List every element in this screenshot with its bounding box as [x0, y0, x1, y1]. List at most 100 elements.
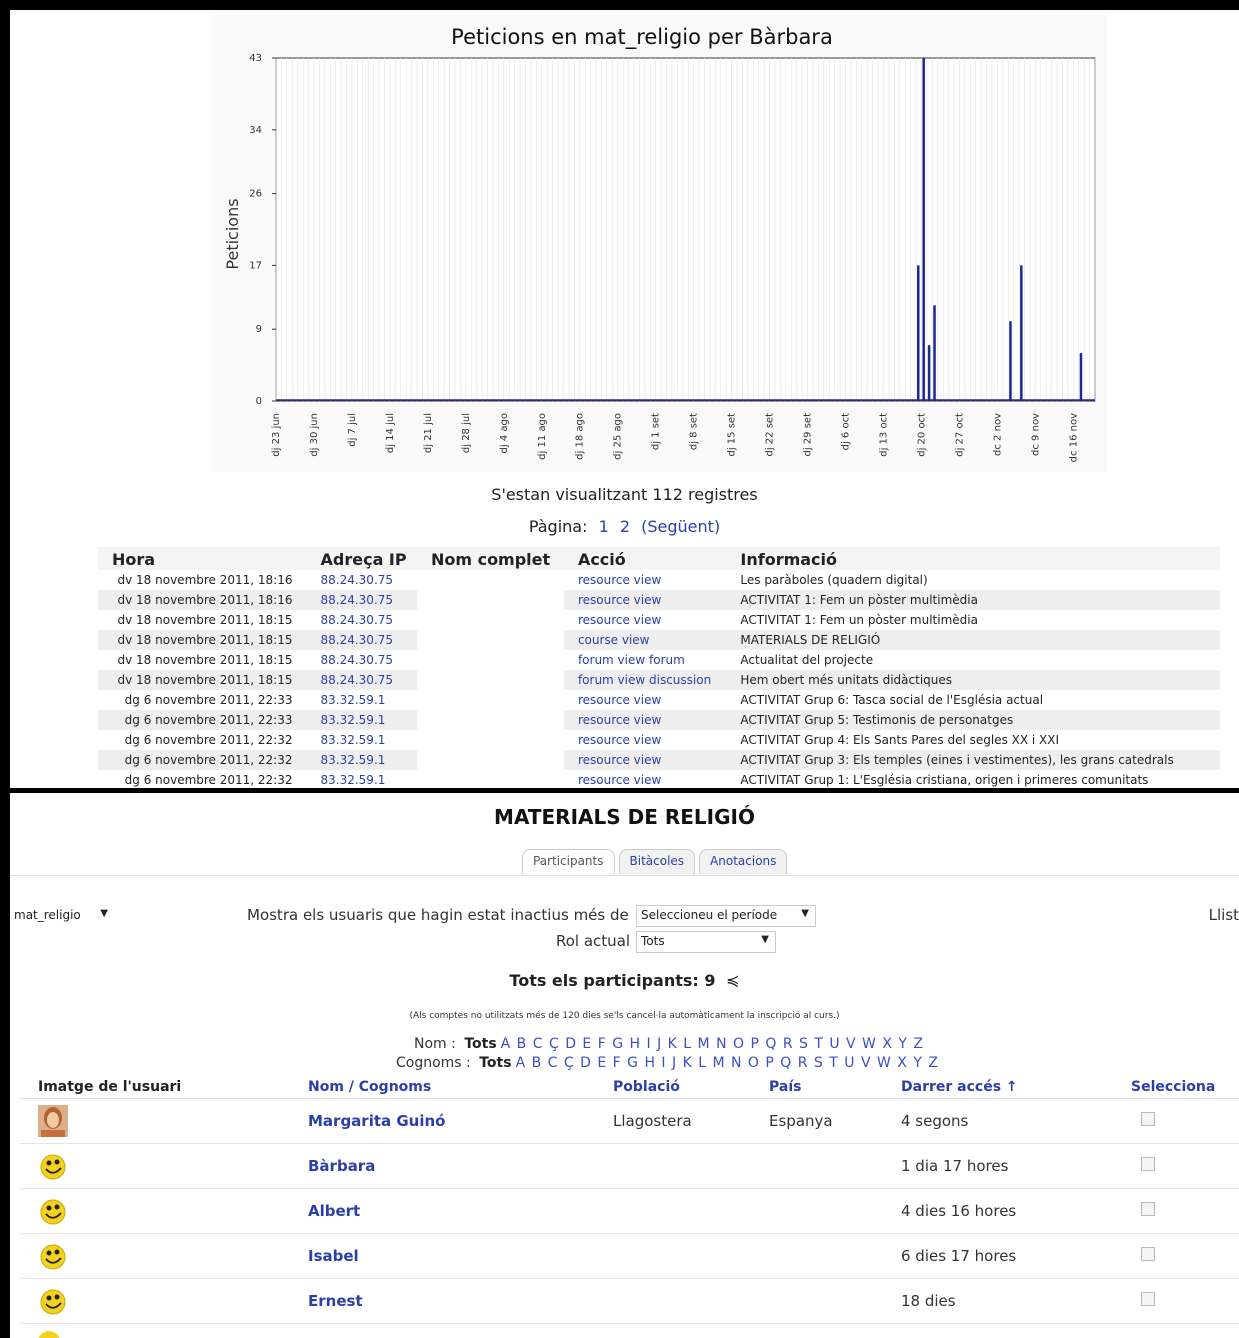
row-action-link[interactable]: resource view: [563, 710, 727, 730]
table-row: dv 18 novembre 2011, 18:15 88.24.30.75 cou…: [98, 630, 1220, 650]
table-row: dv 18 novembre 2011, 18:16 88.24.30.75 res…: [98, 570, 1220, 590]
row-action-link[interactable]: resource view: [563, 610, 727, 630]
row-ip-link[interactable]: 83.32.59.1: [306, 750, 417, 770]
user-select-checkbox[interactable]: [1141, 1156, 1155, 1171]
period-select[interactable]: Seleccioneu el període ▼: [636, 905, 816, 927]
participants-count: Tots els participants: 9 ≼: [10, 971, 1239, 990]
user-select-checkbox[interactable]: [1141, 1246, 1155, 1261]
tab-notes[interactable]: Anotacions: [699, 849, 788, 874]
collapse-icon[interactable]: ≼: [721, 971, 739, 990]
x-tick-label: dj 27 oct: [954, 413, 965, 457]
col-name[interactable]: Nom / Cognoms: [290, 1076, 595, 1099]
row-time: dg 6 novembre 2011, 22:32: [98, 730, 307, 750]
row-info: MATERIALS DE RELIGIÓ: [726, 630, 1220, 650]
row-ip-link[interactable]: 88.24.30.75: [306, 590, 417, 610]
avatar-photo-icon[interactable]: [38, 1104, 68, 1137]
row-action-link[interactable]: forum view discussion: [563, 670, 727, 690]
x-tick-label: dc 9 nov: [1030, 413, 1041, 456]
y-tick-label: 34: [249, 125, 262, 136]
page-2-link[interactable]: 2: [620, 517, 630, 536]
x-tick-label: dj 1 set: [651, 413, 662, 450]
row-time: dg 6 novembre 2011, 22:32: [98, 750, 307, 770]
log-table-body: dv 18 novembre 2011, 18:16 88.24.30.75 res…: [98, 570, 1220, 788]
user-select-checkbox[interactable]: [1141, 1201, 1155, 1216]
bar: [933, 305, 936, 401]
row-time: dv 18 novembre 2011, 18:15: [98, 670, 307, 690]
x-tick-label: dj 11 ago: [537, 413, 548, 460]
smiley-icon[interactable]: [38, 1285, 68, 1317]
user-name-link[interactable]: Albert: [290, 1188, 595, 1234]
row-action-link[interactable]: resource view: [563, 570, 727, 590]
row-info: ACTIVITAT 1: Fem un pòster multimèdia: [726, 590, 1220, 610]
user-name-link[interactable]: Isabel: [290, 1233, 595, 1279]
col-last-access[interactable]: Darrer accés ↑: [883, 1076, 1113, 1099]
name-filter-letters[interactable]: A B C Ç D E F G H I J K L M N O P Q R S …: [501, 1036, 924, 1052]
user-name-link[interactable]: Bàrbara: [290, 1143, 595, 1189]
col-country[interactable]: País: [751, 1076, 883, 1099]
next-page-link[interactable]: (Següent): [641, 517, 720, 536]
name-filter-all[interactable]: Tots: [464, 1036, 496, 1052]
surname-filter-all[interactable]: Tots: [479, 1055, 511, 1071]
row-fullname: [416, 630, 564, 650]
row-ip-link[interactable]: 83.32.59.1: [306, 770, 417, 788]
user-name-link[interactable]: Margarita Guinó: [290, 1098, 595, 1144]
participants-panel: MATERIALS DE RELIGIÓ Participants Bitàco…: [10, 793, 1239, 1338]
col-city[interactable]: Població: [595, 1076, 751, 1099]
chevron-down-icon: ▼: [801, 908, 809, 919]
row-fullname: [416, 730, 564, 750]
surname-filter-label: Cognoms: [396, 1055, 462, 1071]
tabs-divider: [10, 875, 1239, 876]
table-row: Albert 4 dies 16 hores: [20, 1188, 1239, 1234]
row-action-link[interactable]: resource view: [563, 690, 727, 710]
row-time: dv 18 novembre 2011, 18:15: [98, 610, 307, 630]
smiley-icon[interactable]: [38, 1150, 68, 1182]
row-action-link[interactable]: resource view: [563, 770, 727, 788]
user-name-link[interactable]: Ernest: [290, 1278, 595, 1324]
row-action-link[interactable]: resource view: [563, 750, 727, 770]
row-ip-link[interactable]: 83.32.59.1: [306, 710, 417, 730]
row-fullname: [416, 770, 564, 788]
row-ip-link[interactable]: 88.24.30.75: [306, 670, 417, 690]
users-table-header: Imatge de l'usuari Nom / Cognoms Poblaci…: [20, 1076, 1239, 1099]
page-1-link[interactable]: 1: [599, 517, 609, 536]
row-info: ACTIVITAT Grup 4: Els Sants Pares del se…: [726, 730, 1220, 750]
inactive-note: (Als comptes no utilitzats més de 120 di…: [409, 1011, 840, 1021]
user-select-checkbox[interactable]: [1141, 1111, 1155, 1126]
user-country: [751, 1188, 883, 1234]
records-count: S'estan visualitzant 112 registres: [491, 485, 758, 504]
surname-filter: Cognoms : Tots A B C Ç D E F G H I J K L …: [396, 1055, 939, 1071]
row-ip-link[interactable]: 83.32.59.1: [306, 690, 417, 710]
col-select[interactable]: Selecciona: [1113, 1076, 1239, 1099]
y-tick-label: 17: [249, 260, 262, 271]
row-info: ACTIVITAT 1: Fem un pòster multimèdia: [726, 610, 1220, 630]
row-ip-link[interactable]: 88.24.30.75: [306, 570, 417, 590]
row-ip-link[interactable]: 88.24.30.75: [306, 650, 417, 670]
user-country: Espanya: [751, 1098, 883, 1144]
user-city: [595, 1143, 751, 1189]
participants-count-text: Tots els participants: 9: [509, 971, 716, 990]
user-city: [595, 1233, 751, 1279]
smiley-icon[interactable]: [38, 1240, 68, 1272]
row-info: ACTIVITAT Grup 6: Tasca social de l'Esgl…: [726, 690, 1220, 710]
tab-participants[interactable]: Participants: [522, 849, 615, 874]
chevron-down-icon: ▼: [100, 908, 108, 919]
row-action-link[interactable]: forum view forum: [563, 650, 727, 670]
user-avatar-cell: [20, 1233, 290, 1279]
course-select[interactable]: mat_religio ▼: [10, 906, 114, 928]
x-tick-label: dj 7 jul: [347, 413, 358, 447]
row-ip-link[interactable]: 83.32.59.1: [306, 730, 417, 750]
smiley-icon[interactable]: [38, 1195, 68, 1227]
row-action-link[interactable]: course view: [563, 630, 727, 650]
tab-blogs[interactable]: Bitàcoles: [618, 849, 696, 874]
x-tick-label: dj 15 set: [727, 413, 738, 457]
row-action-link[interactable]: resource view: [563, 590, 727, 610]
user-select-checkbox[interactable]: [1141, 1291, 1155, 1306]
row-action-link[interactable]: resource view: [563, 730, 727, 750]
x-tick-label: dj 28 jul: [461, 413, 472, 453]
row-ip-link[interactable]: 88.24.30.75: [306, 610, 417, 630]
x-tick-label: dj 23 jun: [271, 413, 282, 457]
role-select[interactable]: Tots ▼: [636, 931, 776, 953]
surname-filter-letters[interactable]: A B C Ç D E F G H I J K L M N O P Q R S …: [516, 1055, 939, 1071]
col-info: Informació: [726, 547, 1220, 570]
row-ip-link[interactable]: 88.24.30.75: [306, 630, 417, 650]
